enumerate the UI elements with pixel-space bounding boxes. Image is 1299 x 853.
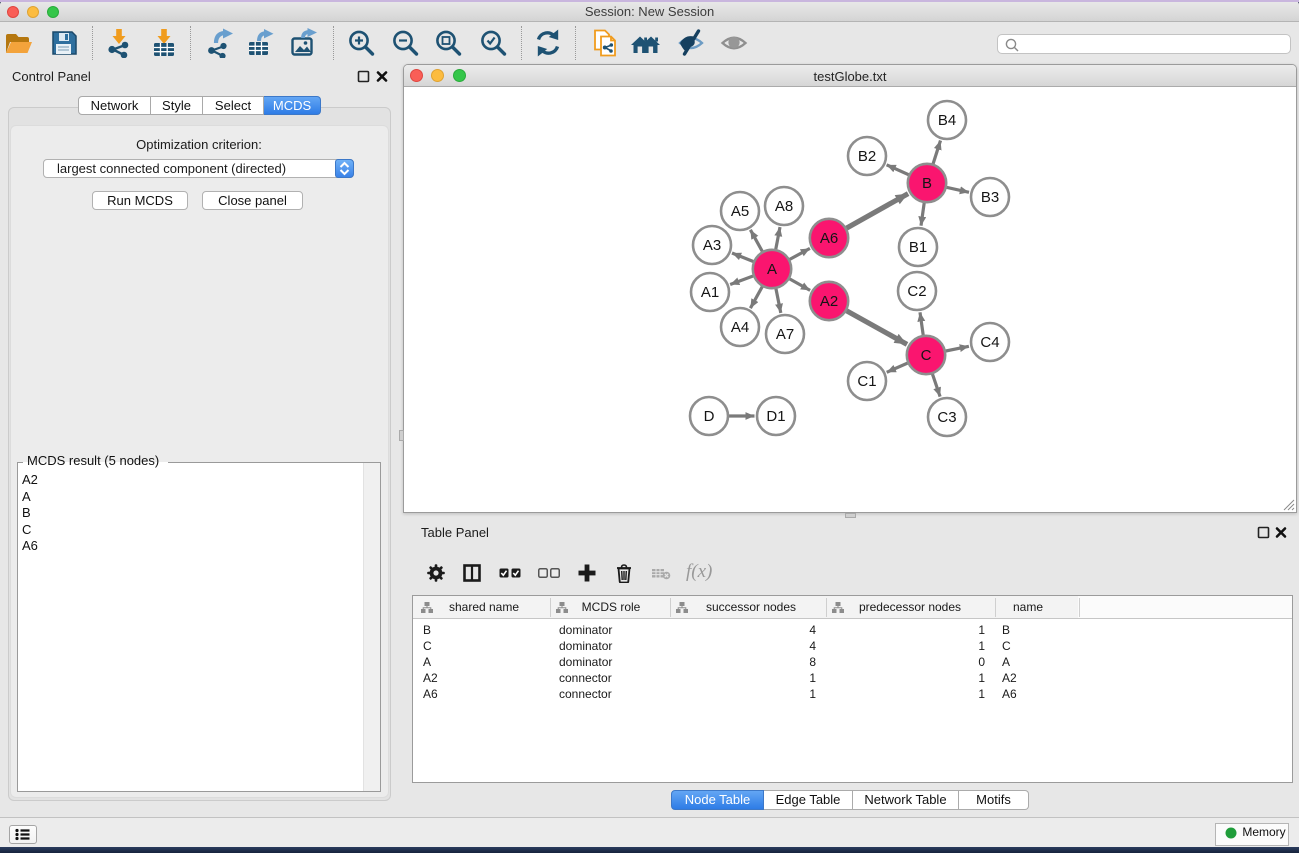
svg-text:A1: A1	[701, 284, 719, 301]
svg-text:D: D	[704, 408, 715, 425]
svg-text:D1: D1	[766, 408, 785, 425]
svg-text:A8: A8	[775, 198, 793, 215]
svg-text:A6: A6	[820, 230, 838, 247]
svg-text:A: A	[767, 261, 777, 278]
svg-text:C3: C3	[937, 409, 956, 426]
svg-text:A3: A3	[703, 237, 721, 254]
svg-text:C4: C4	[980, 334, 999, 351]
svg-text:B3: B3	[981, 189, 999, 206]
svg-text:A4: A4	[731, 319, 749, 336]
svg-text:B1: B1	[909, 239, 927, 256]
svg-text:C1: C1	[857, 373, 876, 390]
svg-text:B2: B2	[858, 148, 876, 165]
svg-text:A2: A2	[820, 293, 838, 310]
svg-text:A7: A7	[776, 326, 794, 343]
svg-text:A5: A5	[731, 203, 749, 220]
svg-text:C2: C2	[907, 283, 926, 300]
svg-text:B: B	[922, 175, 932, 192]
svg-text:C: C	[921, 347, 932, 364]
svg-text:B4: B4	[938, 112, 956, 129]
